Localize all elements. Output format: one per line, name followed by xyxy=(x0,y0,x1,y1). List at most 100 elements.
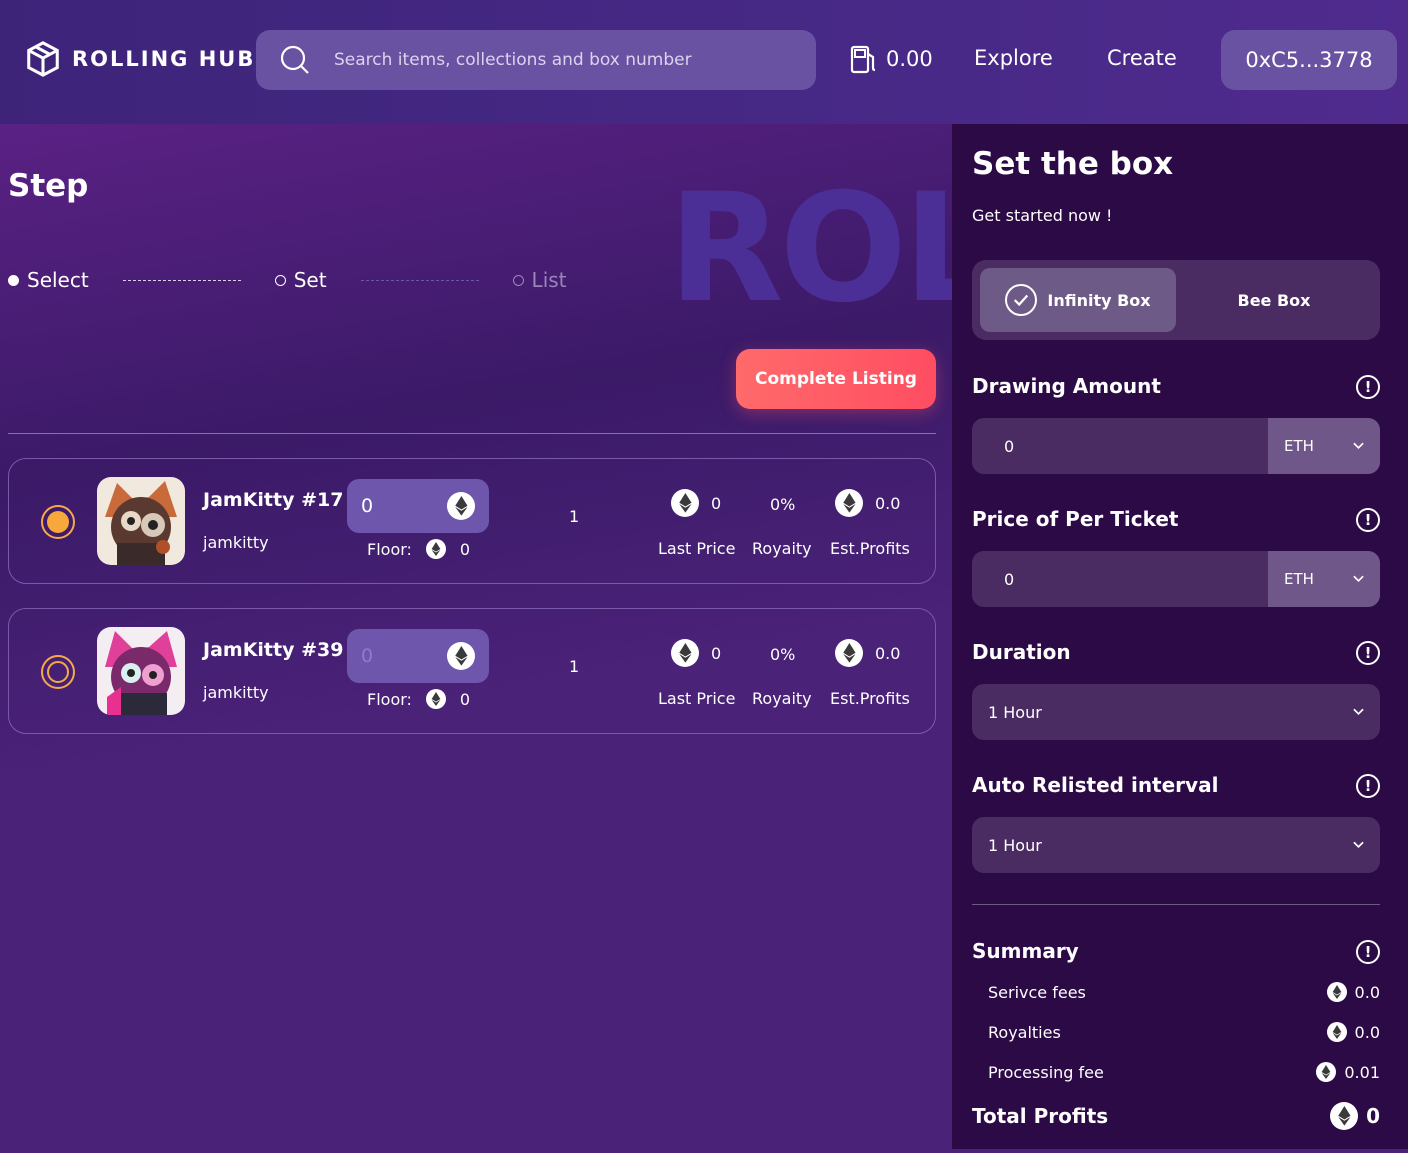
chevron-down-icon xyxy=(1353,841,1364,849)
last-price-value: 0 xyxy=(711,643,722,663)
currency-select[interactable]: ETH xyxy=(1268,551,1380,607)
infinity-box-option[interactable]: Infinity Box xyxy=(980,268,1176,332)
step-dot-icon xyxy=(274,274,286,286)
summary-row-label: Processing fee xyxy=(988,1062,1104,1082)
eth-icon xyxy=(671,639,699,667)
divider xyxy=(972,904,1380,905)
logo[interactable]: ROLLING HUB xyxy=(24,40,255,78)
box-settings-panel: Set the box Get started now ! Infinity B… xyxy=(952,124,1408,1149)
wallet-button[interactable]: 0xC5...3778 xyxy=(1221,30,1397,90)
search-icon xyxy=(280,45,309,74)
total-profits-value: 0 xyxy=(1330,1102,1380,1130)
nft-collection: jamkitty xyxy=(203,533,269,552)
gas-pump-icon xyxy=(850,45,876,74)
step-select: Select xyxy=(8,268,89,292)
search-bar[interactable] xyxy=(256,30,816,90)
price-input[interactable]: 0 xyxy=(347,629,489,683)
drawing-amount-input[interactable] xyxy=(972,418,1268,474)
royalty-label: Royaity xyxy=(752,539,812,558)
panel-subtitle: Get started now ! xyxy=(972,206,1113,225)
total-profits-label: Total Profits xyxy=(972,1104,1109,1128)
step-label: Set xyxy=(293,268,327,292)
step-list: List xyxy=(512,268,567,292)
info-icon[interactable]: ! xyxy=(1356,508,1380,532)
currency-label: ETH xyxy=(1284,437,1314,455)
eth-icon xyxy=(425,689,446,709)
summary-value-text: 0.01 xyxy=(1344,1062,1380,1082)
select-radio[interactable] xyxy=(41,655,75,689)
nft-row[interactable]: JamKitty #17 jamkitty 0 Floor: 0 1 0 0% … xyxy=(8,458,936,584)
bee-box-option[interactable]: Bee Box xyxy=(1176,268,1372,332)
floor-value: 0 xyxy=(459,689,471,709)
bee-box-label: Bee Box xyxy=(1237,290,1311,310)
floor-value: 0 xyxy=(459,539,471,559)
ticket-price-field: ETH xyxy=(972,551,1380,607)
eth-icon xyxy=(1326,982,1347,1002)
nft-thumbnail xyxy=(97,627,185,715)
last-price: 0 xyxy=(671,639,721,667)
nft-thumbnail xyxy=(97,477,185,565)
quantity: 1 xyxy=(569,507,580,526)
floor-price: Floor: 0 xyxy=(367,539,470,559)
last-price-label: Last Price xyxy=(658,539,736,558)
cube-logo-icon xyxy=(27,41,59,77)
step-dot-icon xyxy=(512,274,524,286)
floor-label: Floor: xyxy=(367,689,412,709)
eth-icon xyxy=(1330,1102,1359,1130)
complete-listing-button[interactable]: Complete Listing xyxy=(736,349,936,409)
summary-row-value: 0.0 xyxy=(1326,982,1380,1002)
price-value: 0 xyxy=(361,645,374,667)
box-type-toggle: Infinity Box Bee Box xyxy=(972,260,1380,340)
logo-text: ROLLING HUB xyxy=(72,47,256,71)
summary-row: Processing fee 0.01 xyxy=(988,1062,1380,1082)
chevron-down-icon xyxy=(1353,442,1364,450)
currency-select[interactable]: ETH xyxy=(1268,418,1380,474)
eth-icon xyxy=(1326,1022,1347,1042)
est-profits-value: 0.0 xyxy=(875,643,901,663)
total-value-text: 0 xyxy=(1366,1104,1380,1128)
est-profits-label: Est.Profits xyxy=(830,539,910,558)
info-icon[interactable]: ! xyxy=(1356,641,1380,665)
est-profits: 0.0 xyxy=(835,489,900,517)
nav-explore[interactable]: Explore xyxy=(974,46,1053,70)
price-value: 0 xyxy=(361,495,374,517)
quantity: 1 xyxy=(569,657,580,676)
floor-price: Floor: 0 xyxy=(367,689,470,709)
summary-row: Serivce fees 0.0 xyxy=(988,982,1380,1002)
select-radio[interactable] xyxy=(41,505,75,539)
summary-row-label: Royalties xyxy=(988,1022,1061,1042)
duration-select[interactable]: 1 Hour xyxy=(972,684,1380,740)
divider xyxy=(8,433,936,434)
check-icon xyxy=(1005,284,1038,316)
floor-label: Floor: xyxy=(367,539,412,559)
info-icon[interactable]: ! xyxy=(1356,774,1380,798)
nft-row[interactable]: JamKitty #39 jamkitty 0 Floor: 0 1 0 0% … xyxy=(8,608,936,734)
est-profits-label: Est.Profits xyxy=(830,689,910,708)
last-price-label: Last Price xyxy=(658,689,736,708)
gas-value: 0.00 xyxy=(886,47,933,71)
watermark-logo: ROL xyxy=(668,162,952,336)
info-icon[interactable]: ! xyxy=(1356,940,1380,964)
drawing-amount-label: Drawing Amount xyxy=(972,374,1161,398)
duration-label: Duration xyxy=(972,640,1071,664)
auto-relist-select[interactable]: 1 Hour xyxy=(972,817,1380,873)
page-title: Step xyxy=(8,168,89,204)
royalty-label: Royaity xyxy=(752,689,812,708)
total-profits: Total Profits 0 xyxy=(972,1102,1380,1130)
nft-name: JamKitty #17 xyxy=(203,489,344,511)
summary-value-text: 0.0 xyxy=(1354,1022,1380,1042)
stepper: Select Set List xyxy=(8,268,567,292)
search-input[interactable] xyxy=(334,50,804,70)
chevron-down-icon xyxy=(1353,708,1364,716)
info-icon[interactable]: ! xyxy=(1356,375,1380,399)
ticket-price-input[interactable] xyxy=(972,551,1268,607)
top-navigation-bar: ROLLING HUB 0.00 Explore Create 0xC5...3… xyxy=(0,0,1408,124)
nft-collection: jamkitty xyxy=(203,683,269,702)
last-price: 0 xyxy=(671,489,721,517)
summary-row: Royalties 0.0 xyxy=(988,1022,1380,1042)
price-input[interactable]: 0 xyxy=(347,479,489,533)
nav-create[interactable]: Create xyxy=(1107,46,1177,70)
last-price-value: 0 xyxy=(711,493,722,513)
step-connector xyxy=(360,279,479,281)
ticket-price-label: Price of Per Ticket xyxy=(972,507,1179,531)
